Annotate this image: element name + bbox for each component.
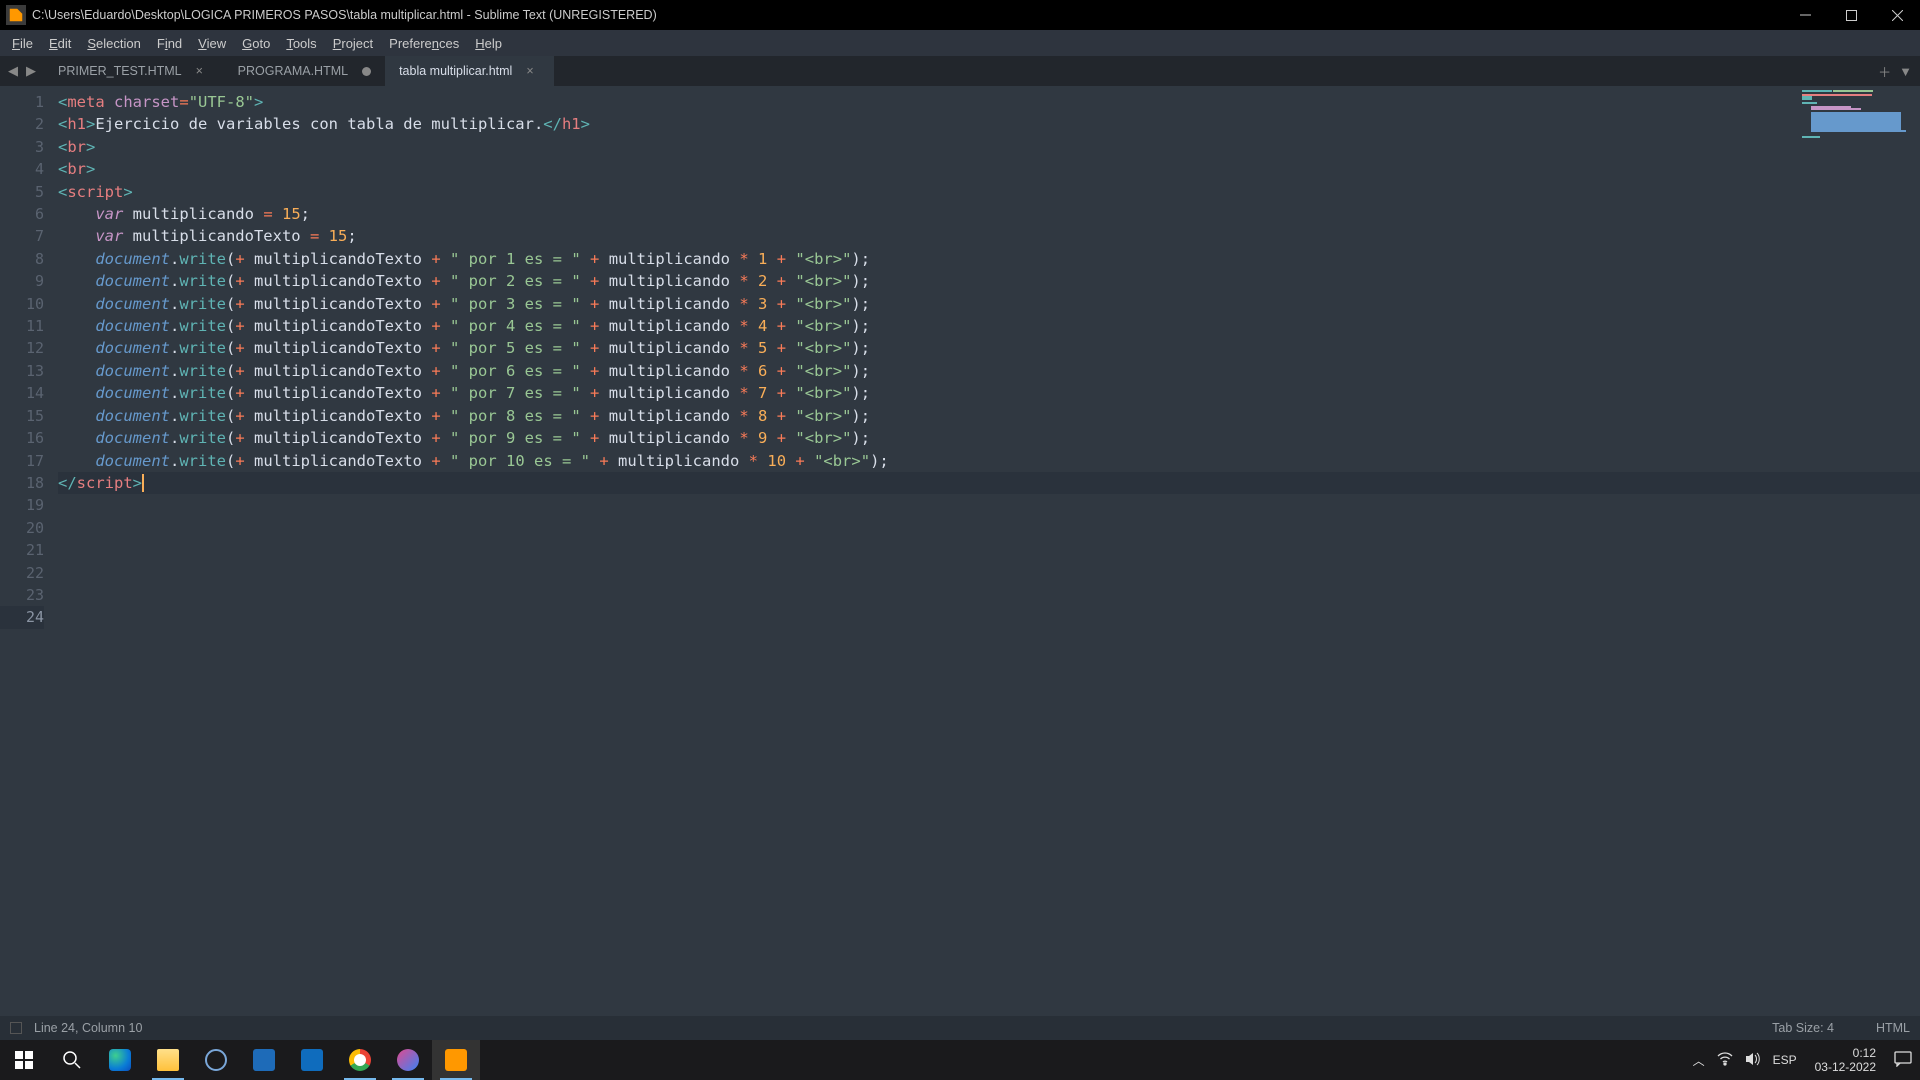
menu-edit[interactable]: Edit (41, 34, 79, 53)
panel-switcher-icon[interactable] (10, 1022, 22, 1034)
menu-goto[interactable]: Goto (234, 34, 278, 53)
line-gutter: 123456789101112131415161718192021222324 (0, 86, 52, 1016)
menu-help[interactable]: Help (467, 34, 510, 53)
app-icon (6, 5, 26, 25)
tab-primer-test[interactable]: PRIMER_TEST.HTML × (44, 56, 224, 86)
title-bar: C:\Users\Eduardo\Desktop\LOGICA PRIMEROS… (0, 0, 1920, 30)
window-title: C:\Users\Eduardo\Desktop\LOGICA PRIMEROS… (32, 8, 657, 22)
tab-tabla-multiplicar[interactable]: tabla multiplicar.html × (385, 56, 554, 86)
windows-taskbar: ︿ ESP 0:12 03-12-2022 (0, 1040, 1920, 1080)
editor[interactable]: 123456789101112131415161718192021222324 … (0, 86, 1920, 1016)
tray-clock[interactable]: 0:12 03-12-2022 (1809, 1046, 1882, 1074)
dirty-indicator-icon (362, 67, 371, 76)
menu-selection[interactable]: Selection (79, 34, 148, 53)
taskbar-calculator[interactable] (240, 1040, 288, 1080)
menu-project[interactable]: Project (325, 34, 381, 53)
status-syntax[interactable]: HTML (1876, 1021, 1910, 1035)
status-cursor-pos[interactable]: Line 24, Column 10 (34, 1021, 142, 1035)
menu-find[interactable]: Find (149, 34, 190, 53)
menu-bar: File Edit Selection Find View Goto Tools… (0, 30, 1920, 56)
tray-wifi-icon[interactable] (1717, 1052, 1733, 1069)
taskbar-chrome[interactable] (336, 1040, 384, 1080)
status-bar: Line 24, Column 10 Tab Size: 4 HTML (0, 1016, 1920, 1040)
start-button[interactable] (0, 1040, 48, 1080)
search-button[interactable] (48, 1040, 96, 1080)
close-icon[interactable]: × (196, 64, 210, 78)
nav-forward-icon[interactable]: ▶ (24, 64, 38, 78)
tab-programa[interactable]: PROGRAMA.HTML (224, 56, 385, 86)
tray-notifications-icon[interactable] (1894, 1051, 1912, 1070)
menu-view[interactable]: View (190, 34, 234, 53)
taskbar-edge[interactable] (96, 1040, 144, 1080)
close-icon[interactable]: × (526, 64, 540, 78)
taskbar-explorer[interactable] (144, 1040, 192, 1080)
tray-chevron-icon[interactable]: ︿ (1693, 1052, 1705, 1069)
tray-volume-icon[interactable] (1745, 1052, 1761, 1069)
tray-language[interactable]: ESP (1773, 1053, 1797, 1067)
maximize-button[interactable] (1828, 0, 1874, 30)
nav-back-icon[interactable]: ◀ (6, 64, 20, 78)
minimap[interactable] (1802, 90, 1912, 140)
taskbar-app-pink[interactable] (384, 1040, 432, 1080)
tab-dropdown-icon[interactable]: ▼ (1899, 64, 1912, 79)
menu-file[interactable]: File (4, 34, 41, 53)
taskbar-dell[interactable] (192, 1040, 240, 1080)
tab-bar: ◀ ▶ PRIMER_TEST.HTML × PROGRAMA.HTML tab… (0, 56, 1920, 86)
taskbar-mail[interactable] (288, 1040, 336, 1080)
close-button[interactable] (1874, 0, 1920, 30)
menu-preferences[interactable]: Preferences (381, 34, 467, 53)
status-tab-size[interactable]: Tab Size: 4 (1772, 1021, 1834, 1035)
menu-tools[interactable]: Tools (278, 34, 324, 53)
minimize-button[interactable] (1782, 0, 1828, 30)
code-area[interactable]: <meta charset="UTF-8"><h1>Ejercicio de v… (52, 86, 1920, 1016)
taskbar-sublime[interactable] (432, 1040, 480, 1080)
new-tab-icon[interactable]: ＋ (1878, 62, 1891, 81)
